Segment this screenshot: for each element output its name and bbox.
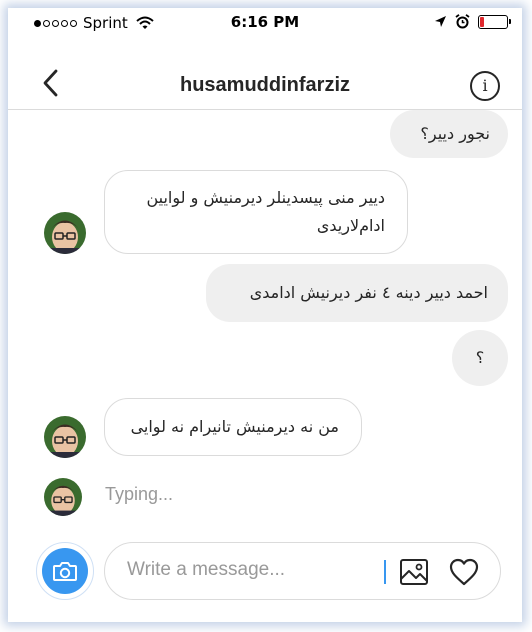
camera-button[interactable] [36,542,94,600]
heart-icon[interactable] [448,557,480,587]
battery-level [480,16,485,27]
status-bar: Sprint 6:16 PM [8,8,522,38]
message-bubble-outgoing[interactable]: احمد دییر دینه ٤ نفر دیرنیش ادامدی [206,264,508,322]
avatar-photo [44,212,86,254]
message-composer [8,536,522,622]
message-input-box[interactable] [104,542,501,600]
image-icon[interactable] [399,557,429,587]
phone-screen: Sprint 6:16 PM husamuddinfarziz i نجور د… [8,8,522,622]
location-arrow-icon [435,16,446,27]
message-bubble-incoming[interactable]: دییر منی پیسدینلر دیرمنیش و لوایین ادام‌… [104,170,408,254]
avatar-photo [44,478,82,516]
message-bubble-outgoing[interactable]: ؟ [452,330,508,386]
status-right [434,14,511,29]
camera-icon [53,562,77,581]
conversation-header: husamuddinfarziz i [8,38,522,110]
alarm-icon [455,14,470,29]
avatar [44,478,82,516]
avatar[interactable] [44,416,86,458]
battery-icon [478,14,511,29]
info-button[interactable]: i [470,71,500,101]
camera-button-fill [42,548,88,594]
text-cursor [384,560,386,584]
avatar[interactable] [44,212,86,254]
conversation-title[interactable]: husamuddinfarziz [8,74,522,97]
typing-indicator: Typing... [105,484,174,504]
message-bubble-incoming[interactable]: من نه دیرمنیش تانیرام نه لوایی [104,398,362,456]
avatar-photo [44,416,86,458]
message-input[interactable] [127,559,367,581]
message-bubble-outgoing[interactable]: نجور دییر؟ [390,110,508,158]
